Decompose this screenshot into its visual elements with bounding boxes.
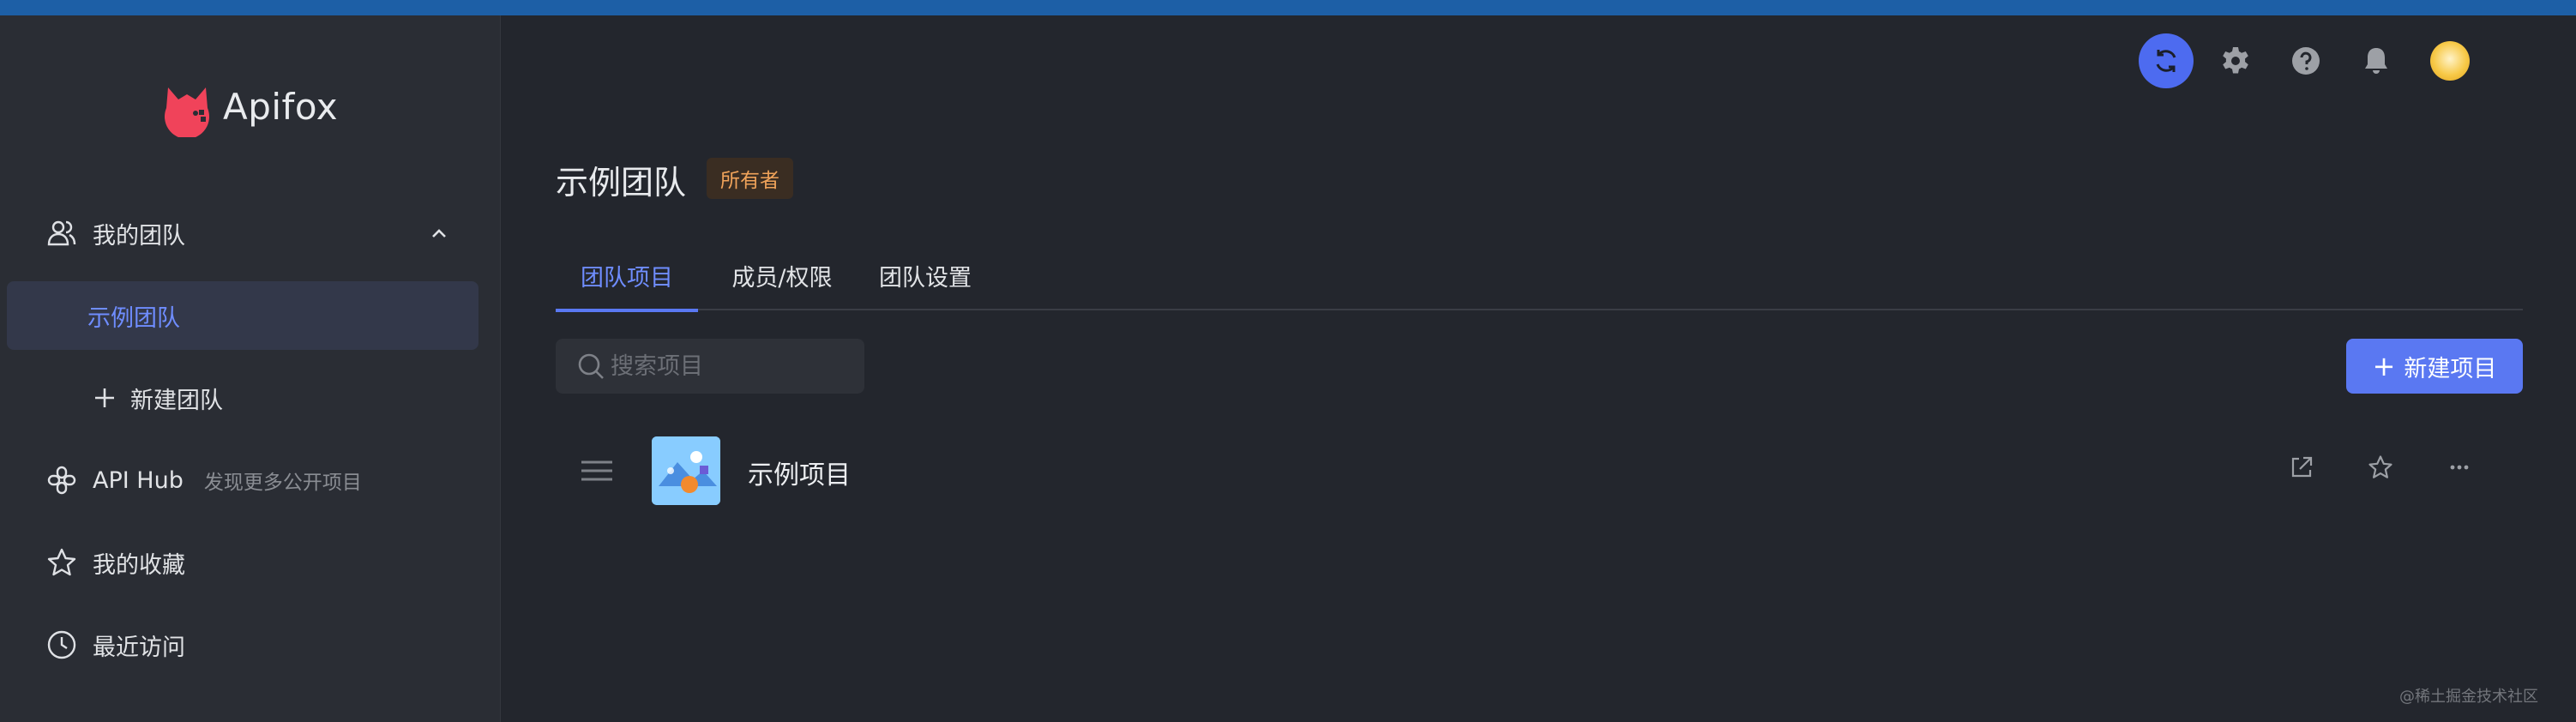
project-name[interactable]: 示例项目: [748, 454, 851, 491]
avatar[interactable]: [2430, 41, 2470, 81]
api-hub-subtitle: 发现更多公开项目: [203, 472, 362, 494]
sidebar-item-label: 我的团队: [93, 222, 185, 250]
sidebar-item-my-team[interactable]: 我的团队: [7, 199, 478, 268]
search-icon: [576, 352, 605, 381]
new-project-button[interactable]: + 新建项目: [2346, 339, 2523, 394]
project-search: [556, 339, 864, 394]
bell-icon: [2365, 48, 2387, 74]
sync-icon: [2156, 50, 2176, 72]
api-hub-icon: [43, 461, 81, 499]
new-team-button[interactable]: 新建团队: [7, 364, 478, 432]
chevron-up-icon[interactable]: [425, 220, 453, 247]
sidebar-item-label: 我的收藏: [93, 551, 185, 579]
notifications-button[interactable]: [2348, 33, 2404, 89]
project-actions: [2288, 454, 2473, 481]
search-input[interactable]: [611, 352, 851, 380]
page-title: 示例团队: [556, 164, 687, 202]
tab-members-permissions[interactable]: 成员/权限: [719, 240, 846, 310]
new-project-label: 新建项目: [2404, 355, 2497, 382]
role-badge: 所有者: [707, 158, 793, 199]
team-tabs: 团队项目 成员/权限 团队设置: [556, 240, 2523, 312]
settings-button[interactable]: [2207, 33, 2264, 89]
apifox-logo-icon: [165, 87, 209, 137]
help-icon: [2292, 47, 2320, 75]
users-icon: [43, 214, 81, 252]
logo: Apifox: [156, 72, 338, 141]
star-icon[interactable]: [2367, 454, 2394, 481]
sync-button[interactable]: [2139, 33, 2194, 88]
gear-icon: [2223, 47, 2248, 74]
project-thumbnail: [652, 436, 720, 505]
top-toolbar: [2139, 33, 2470, 89]
sidebar-item-label: 示例团队: [87, 304, 180, 332]
sidebar-item-api-hub[interactable]: API Hub 发现更多公开项目: [7, 446, 478, 514]
main-content: 示例团队 所有者 团队项目 成员/权限 团队设置 + 新建项目: [556, 0, 2523, 722]
open-external-icon[interactable]: [2288, 454, 2315, 481]
tab-team-projects[interactable]: 团队项目: [556, 240, 698, 312]
sidebar-item-recent[interactable]: 最近访问: [7, 611, 478, 679]
tab-team-settings[interactable]: 团队设置: [870, 240, 981, 310]
plus-icon: +: [2372, 350, 2396, 382]
sidebar-item-example-team[interactable]: 示例团队: [7, 281, 478, 350]
help-button[interactable]: [2278, 33, 2334, 89]
sidebar: Apifox 我的团队 示例团队 新建团队 API Hub 发现更多公开项目 我…: [0, 15, 501, 722]
more-icon[interactable]: [2446, 454, 2473, 481]
plus-icon: [86, 379, 123, 417]
clock-icon: [43, 626, 81, 664]
drag-handle-icon[interactable]: [580, 455, 614, 486]
watermark: @稀土掘金技术社区: [2399, 688, 2538, 706]
sidebar-item-label: API Hub: [93, 466, 184, 494]
sidebar-item-favorites[interactable]: 我的收藏: [7, 528, 478, 597]
sidebar-item-label: 最近访问: [93, 634, 185, 661]
sidebar-item-label: 新建团队: [130, 387, 223, 414]
star-icon: [43, 544, 81, 581]
app-name: Apifox: [223, 85, 339, 128]
project-row[interactable]: 示例项目: [556, 433, 2523, 508]
